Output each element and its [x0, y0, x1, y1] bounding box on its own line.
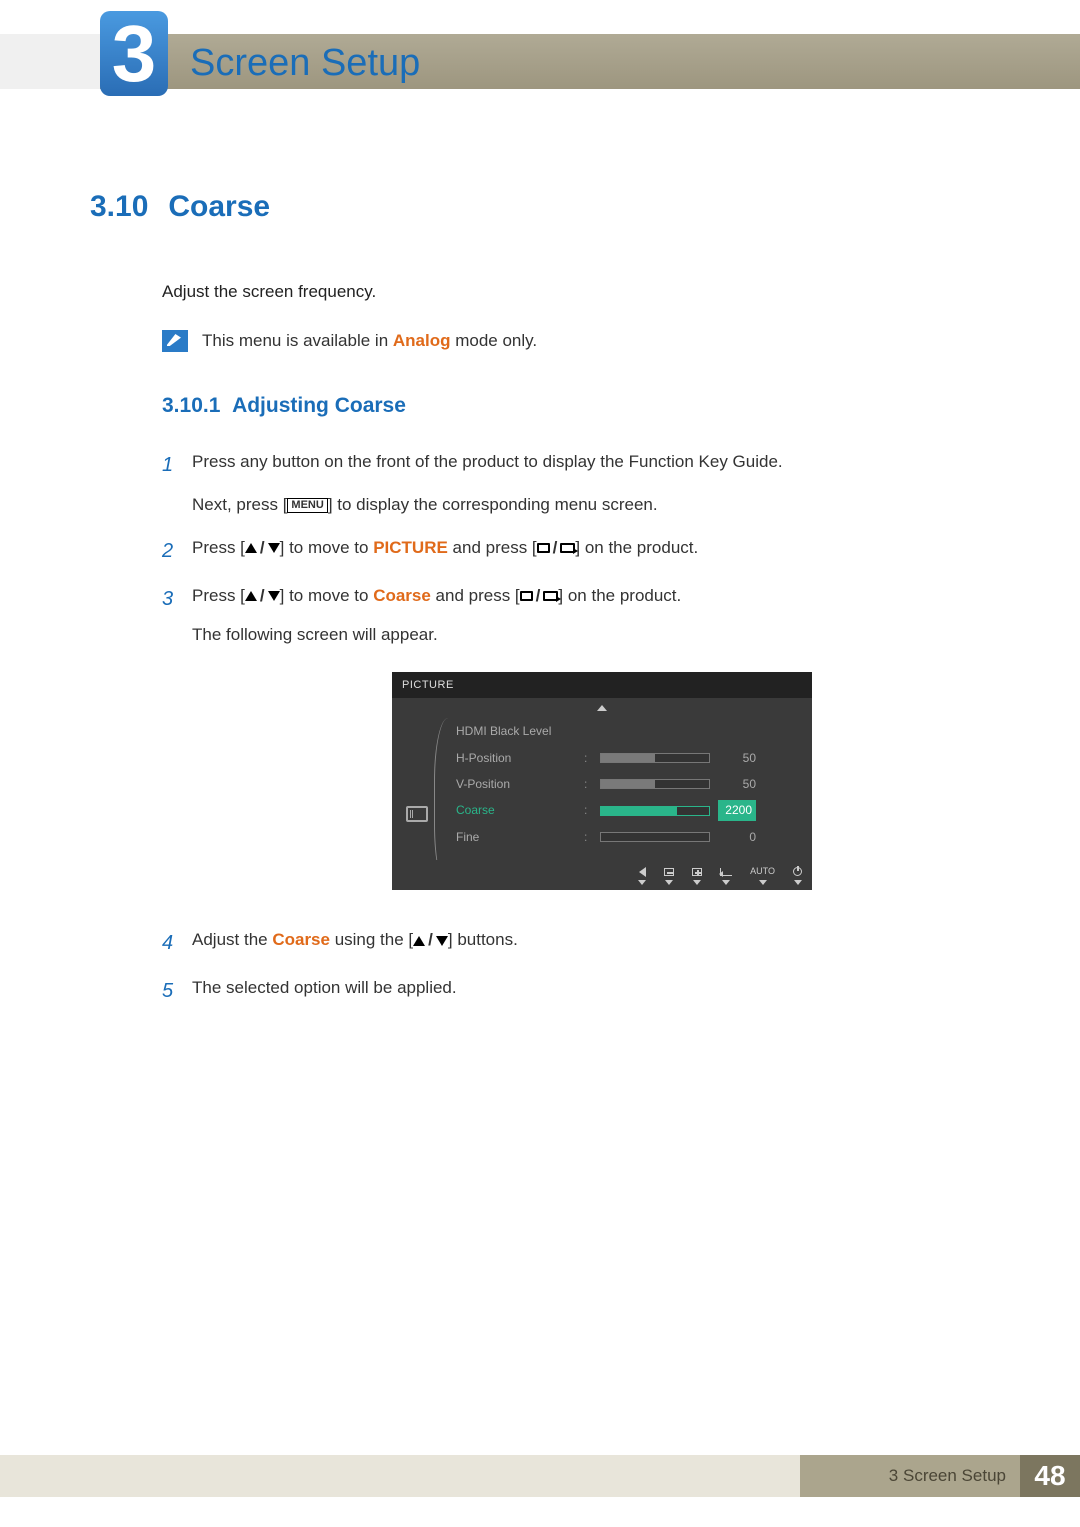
subsection-heading: 3.10.1 Adjusting Coarse [162, 394, 970, 418]
osd-category-icon [406, 806, 428, 822]
osd-row-value: 0 [718, 827, 756, 847]
chapter-badge: 3 [100, 11, 168, 96]
section-heading: 3.10 Coarse [90, 190, 970, 224]
chapter-number: 3 [112, 14, 157, 94]
note-row: This menu is available in Analog mode on… [162, 330, 970, 352]
up-down-icon: / [413, 926, 448, 955]
triangle-up-icon [413, 936, 425, 946]
step-number: 3 [162, 582, 176, 616]
osd-body: HDMI Black Level H-Position : 50 V-Posit… [392, 698, 812, 890]
header-band-left [0, 34, 100, 89]
step-text: Press any button on the front of the pro… [192, 448, 783, 477]
osd-menu: PICTURE HDMI Black Level H-Position : 5 [392, 672, 812, 891]
osd-row-label: HDMI Black Level [456, 721, 576, 741]
osd-row-label: Coarse [456, 800, 576, 820]
rect-arrow-icon [560, 543, 575, 553]
section-number: 3.10 [90, 190, 160, 224]
source-enter-icon: / [537, 534, 576, 563]
osd-row-active: Coarse : 2200 [392, 797, 812, 823]
footer-chapter-label: 3 Screen Setup [800, 1455, 1020, 1497]
osd-title: PICTURE [392, 672, 812, 699]
footer-light-segment [0, 1455, 800, 1497]
step-body: Press [/] to move to Coarse and press [/… [192, 582, 812, 912]
note-text: This menu is available in Analog mode on… [202, 330, 537, 351]
step-body: Press any button on the front of the pro… [192, 448, 783, 520]
osd-row: V-Position : 50 [392, 771, 812, 797]
osd-auto-label: AUTO [750, 866, 775, 885]
osd-power-icon [793, 866, 802, 885]
note-icon [162, 330, 188, 352]
step-number: 4 [162, 926, 176, 960]
step-1: 1 Press any button on the front of the p… [162, 448, 970, 520]
highlight-text: Coarse [272, 930, 330, 949]
step-number: 2 [162, 534, 176, 568]
highlight-text: PICTURE [373, 538, 448, 557]
source-enter-icon: / [520, 582, 559, 611]
osd-row-value: 2200 [718, 800, 756, 820]
step-2: 2 Press [/] to move to PICTURE and press… [162, 534, 970, 568]
osd-row-value: 50 [718, 774, 756, 794]
note-prefix: This menu is available in [202, 331, 393, 350]
osd-row-value: 50 [718, 748, 756, 768]
osd-slider [600, 806, 710, 816]
step-body: The selected option will be applied. [192, 974, 457, 1003]
triangle-down-icon [436, 936, 448, 946]
step-number: 1 [162, 448, 176, 482]
note-suffix: mode only. [450, 331, 537, 350]
osd-row-label: V-Position [456, 774, 576, 794]
osd-slider [600, 779, 710, 789]
up-down-icon: / [245, 582, 280, 611]
triangle-up-icon [245, 543, 257, 553]
osd-row: H-Position : 50 [392, 745, 812, 771]
chapter-title: Screen Setup [190, 42, 420, 85]
osd-row: Fine : 0 [392, 824, 812, 850]
osd-row-label: H-Position [456, 748, 576, 768]
up-down-icon: / [245, 534, 280, 563]
step-number: 5 [162, 974, 176, 1008]
osd-back-icon [638, 866, 646, 885]
footer-page-number: 48 [1020, 1455, 1080, 1497]
osd-row: HDMI Black Level [392, 718, 812, 744]
highlight-text: Coarse [373, 586, 431, 605]
step-text: Next, press [MENU] to display the corres… [192, 491, 783, 520]
content-area: 3.10 Coarse Adjust the screen frequency.… [90, 190, 970, 1022]
triangle-up-icon [245, 591, 257, 601]
osd-slider [600, 832, 710, 842]
page-footer: 3 Screen Setup 48 [0, 1455, 1080, 1497]
osd-minus-icon [664, 866, 674, 885]
note-highlight: Analog [393, 331, 451, 350]
osd-footer: AUTO [392, 860, 812, 890]
step-text: The following screen will appear. [192, 621, 812, 650]
subsection-title: Adjusting Coarse [232, 394, 406, 417]
subsection-number: 3.10.1 [162, 394, 220, 417]
section-title: Coarse [168, 190, 270, 223]
steps-list: 1 Press any button on the front of the p… [162, 448, 970, 1008]
osd-scroll-up-icon [392, 704, 812, 714]
osd-plus-icon [692, 866, 702, 885]
menu-button-label: MENU [287, 498, 327, 513]
rect-icon [537, 543, 550, 553]
osd-slider [600, 753, 710, 763]
step-body: Adjust the Coarse using the [/] buttons. [192, 926, 518, 955]
triangle-down-icon [268, 591, 280, 601]
rect-icon [520, 591, 533, 601]
step-body: Press [/] to move to PICTURE and press [… [192, 534, 698, 563]
osd-enter-icon [720, 866, 732, 885]
step-5: 5 The selected option will be applied. [162, 974, 970, 1008]
step-3: 3 Press [/] to move to Coarse and press … [162, 582, 970, 912]
triangle-down-icon [268, 543, 280, 553]
rect-arrow-icon [543, 591, 558, 601]
section-intro: Adjust the screen frequency. [162, 282, 970, 302]
step-4: 4 Adjust the Coarse using the [/] button… [162, 926, 970, 960]
osd-row-label: Fine [456, 827, 576, 847]
